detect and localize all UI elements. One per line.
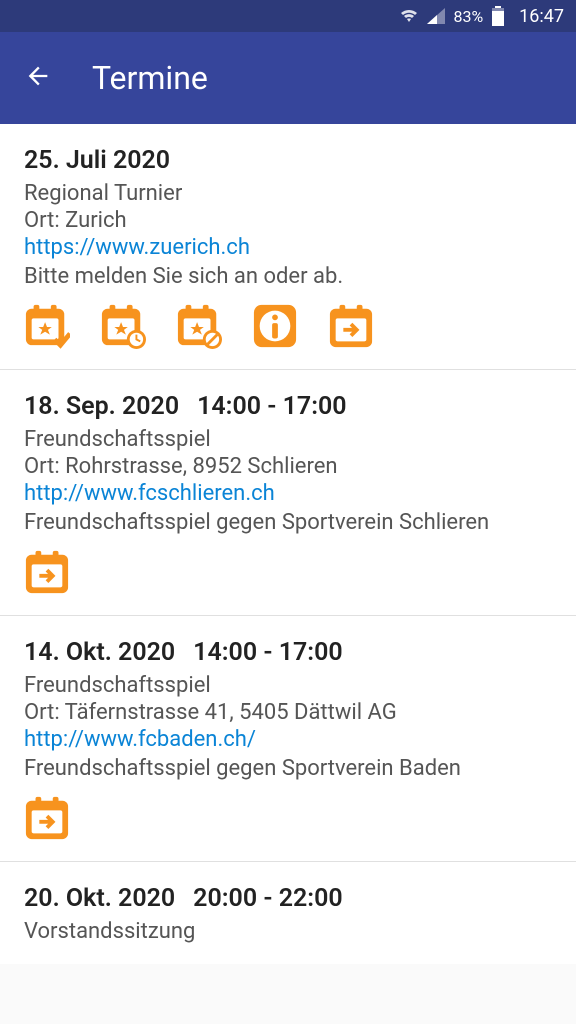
action-icons [24, 303, 552, 349]
event-location: Ort: Zurich [24, 208, 552, 233]
calendar-export-icon[interactable] [24, 549, 70, 595]
wifi-icon [399, 8, 419, 24]
event-date: 18. Sep. 2020 [24, 392, 179, 421]
event-date: 14. Okt. 2020 [24, 638, 175, 667]
event-link[interactable]: http://www.fcschlieren.ch [24, 481, 552, 506]
event-link[interactable]: https://www.zuerich.ch [24, 235, 552, 260]
back-button[interactable] [24, 62, 52, 94]
app-bar: Termine [0, 32, 576, 124]
event-time: 20:00 - 22:00 [193, 884, 342, 913]
event-title: Freundschaftsspiel [24, 427, 552, 452]
calendar-star-cancel-icon[interactable] [176, 303, 222, 349]
status-bar: 83% 16:47 [0, 0, 576, 32]
event-title: Freundschaftsspiel [24, 673, 552, 698]
event-item[interactable]: 20. Okt. 2020 20:00 - 22:00 Vorstandssit… [0, 862, 576, 964]
event-time: 14:00 - 17:00 [193, 638, 342, 667]
event-note: Bitte melden Sie sich an oder ab. [24, 264, 552, 289]
calendar-star-check-icon[interactable] [24, 303, 70, 349]
calendar-export-icon[interactable] [24, 795, 70, 841]
signal-icon [427, 8, 445, 24]
event-title: Vorstandssitzung [24, 919, 552, 944]
event-time: 14:00 - 17:00 [197, 392, 346, 421]
action-icons [24, 549, 552, 595]
battery-icon [491, 6, 505, 26]
event-note: Freundschaftsspiel gegen Sportverein Sch… [24, 510, 552, 535]
status-time: 16:47 [519, 6, 564, 27]
info-icon[interactable] [252, 303, 298, 349]
event-item[interactable]: 18. Sep. 2020 14:00 - 17:00 Freundschaft… [0, 370, 576, 616]
battery-percent: 83% [453, 7, 483, 26]
event-location: Ort: Rohrstrasse, 8952 Schlieren [24, 454, 552, 479]
event-link[interactable]: http://www.fcbaden.ch/ [24, 727, 552, 752]
event-date: 20. Okt. 2020 [24, 884, 175, 913]
event-item[interactable]: 25. Juli 2020 Regional Turnier Ort: Zuri… [0, 124, 576, 370]
event-item[interactable]: 14. Okt. 2020 14:00 - 17:00 Freundschaft… [0, 616, 576, 862]
event-note: Freundschaftsspiel gegen Sportverein Bad… [24, 756, 552, 781]
events-list: 25. Juli 2020 Regional Turnier Ort: Zuri… [0, 124, 576, 964]
event-location: Ort: Täfernstrasse 41, 5405 Dättwil AG [24, 700, 552, 725]
calendar-star-clock-icon[interactable] [100, 303, 146, 349]
event-title: Regional Turnier [24, 181, 552, 206]
action-icons [24, 795, 552, 841]
calendar-export-icon[interactable] [328, 303, 374, 349]
event-date: 25. Juli 2020 [24, 146, 170, 175]
page-title: Termine [92, 59, 208, 97]
